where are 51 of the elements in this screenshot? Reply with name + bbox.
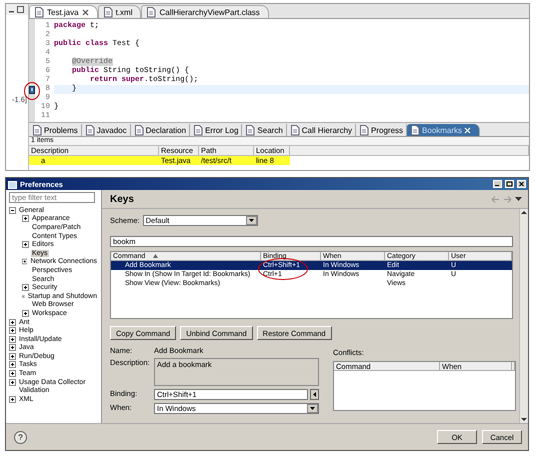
document-icon xyxy=(359,124,370,136)
scroll-bar[interactable] xyxy=(519,209,528,423)
view-tab[interactable]: Progress xyxy=(356,124,408,136)
view-tab[interactable]: Declaration xyxy=(130,124,190,136)
annotation-circle xyxy=(258,258,308,280)
minimize-icon[interactable] xyxy=(493,180,502,188)
view-tab[interactable]: Bookmarks xyxy=(407,124,480,136)
expand-icon[interactable] xyxy=(22,215,29,222)
dropdown-icon[interactable] xyxy=(515,196,522,202)
expand-icon[interactable] xyxy=(9,327,16,334)
document-icon xyxy=(290,124,300,136)
maximize-icon[interactable] xyxy=(505,180,514,188)
view-tab[interactable]: Call Hierarchy xyxy=(286,124,356,136)
empty-column-header xyxy=(512,362,515,371)
expand-icon[interactable] xyxy=(9,318,16,326)
expand-icon[interactable] xyxy=(22,310,29,317)
expand-icon[interactable] xyxy=(9,352,16,360)
view-tab[interactable]: Javadoc xyxy=(82,124,131,136)
caret-icon xyxy=(246,216,257,225)
close-icon[interactable] xyxy=(82,8,89,16)
down-arrow-icon[interactable] xyxy=(520,416,528,423)
maximize-icon[interactable] xyxy=(17,6,24,13)
page-title: Keys xyxy=(110,194,135,204)
editor-tab[interactable]: CallHierarchyViewPart.class xyxy=(141,5,269,18)
sort-caret-icon xyxy=(153,254,158,258)
expand-icon[interactable] xyxy=(9,378,16,386)
view-tab[interactable]: Search xyxy=(242,124,287,136)
view-tab[interactable]: Error Log xyxy=(190,124,242,136)
binding-menu-icon[interactable] xyxy=(310,389,319,400)
expand-icon[interactable] xyxy=(9,370,16,378)
view-tab[interactable]: Problems xyxy=(29,124,82,136)
expand-icon[interactable] xyxy=(22,258,28,266)
up-arrow-icon[interactable] xyxy=(520,209,528,216)
editor-tab[interactable]: t.xml xyxy=(98,5,142,18)
document-icon xyxy=(245,124,256,136)
expand-icon[interactable] xyxy=(22,284,29,292)
document-icon xyxy=(134,124,144,136)
document-icon xyxy=(34,6,44,18)
expand-icon[interactable] xyxy=(9,344,16,352)
expand-icon[interactable] xyxy=(22,241,29,248)
editor-tab[interactable]: Test.java xyxy=(29,5,98,18)
document-icon xyxy=(193,124,204,136)
document-icon xyxy=(84,124,95,136)
document-icon xyxy=(32,124,42,136)
document-icon xyxy=(410,124,420,136)
expand-icon[interactable] xyxy=(9,336,16,343)
collapse-icon[interactable] xyxy=(9,206,16,214)
expand-icon[interactable] xyxy=(9,396,16,403)
expand-icon[interactable] xyxy=(9,361,16,368)
help-button[interactable]: ? xyxy=(14,430,27,444)
caret-icon xyxy=(307,404,318,413)
